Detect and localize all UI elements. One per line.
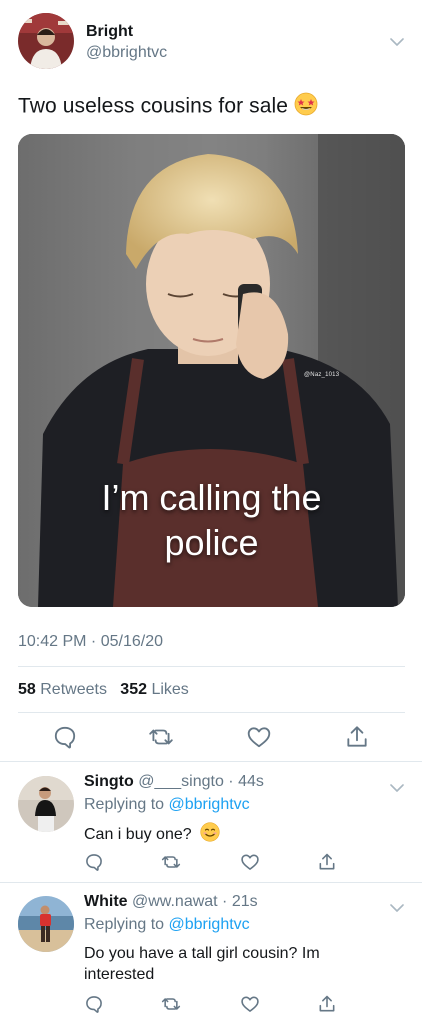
like-icon[interactable] (240, 994, 260, 1014)
reply-separator: · (217, 893, 232, 910)
reply-header: Singto @___singto · 44s (84, 773, 264, 791)
replying-to-link[interactable]: @bbrightvc (169, 796, 250, 813)
share-icon[interactable] (317, 852, 337, 872)
media-watermark: @Naz_1013 (304, 372, 340, 378)
reply-text-line-1: Do you have a tall girl cousin? Im (84, 945, 320, 962)
reply-author-handle[interactable]: @ww.nawat (132, 893, 218, 910)
author-handle[interactable]: @bbrightvc (86, 44, 167, 62)
reply-icon[interactable] (84, 852, 104, 872)
replying-to-prefix: Replying to (84, 916, 165, 933)
reply-text-line-2: interested (84, 966, 155, 983)
retweet-icon[interactable] (148, 724, 174, 750)
like-icon[interactable] (246, 724, 272, 750)
tweet-media-image[interactable]: @Naz_1013 I’m calling the police (18, 134, 405, 607)
reply-avatar[interactable] (18, 776, 74, 832)
reply-time: 44s (238, 773, 264, 790)
tweet-timestamp[interactable]: 10:42 PM · 05/16/20 (18, 633, 163, 651)
replying-to-link[interactable]: @bbrightvc (169, 916, 250, 933)
smiling-face-emoji-icon (200, 822, 220, 848)
reply-author-name[interactable]: Singto (84, 773, 134, 790)
reply-header: White @ww.nawat · 21s (84, 893, 258, 911)
divider (18, 666, 405, 667)
chevron-down-icon[interactable] (390, 780, 404, 792)
author-avatar[interactable] (18, 13, 74, 69)
divider (0, 761, 422, 762)
replying-to: Replying to @bbrightvc (84, 916, 250, 934)
divider (18, 712, 405, 713)
chevron-down-icon[interactable] (390, 900, 404, 912)
reply-time: 21s (231, 893, 258, 910)
retweet-icon[interactable] (161, 852, 181, 872)
media-caption-line-1: I’m calling the (101, 477, 322, 518)
retweet-icon[interactable] (161, 994, 181, 1014)
replying-to-prefix: Replying to (84, 796, 165, 813)
share-icon[interactable] (317, 994, 337, 1014)
reply-avatar[interactable] (18, 896, 74, 952)
likes-stat[interactable]: 352 Likes (120, 681, 189, 698)
reply-icon[interactable] (52, 724, 78, 750)
retweets-stat[interactable]: 58 Retweets (18, 681, 107, 698)
tweet-text-block: Two useless cousins for sale (18, 92, 318, 122)
share-icon[interactable] (344, 724, 370, 750)
reply-author-name[interactable]: White (84, 893, 128, 910)
divider (0, 882, 422, 883)
likes-count: 352 (120, 681, 147, 698)
retweets-count: 58 (18, 681, 36, 698)
reply-author-handle[interactable]: @___singto (138, 773, 224, 790)
tweet-stats: 58 Retweets 352 Likes (18, 681, 189, 699)
media-caption-line-2: police (164, 522, 259, 563)
retweets-label: Retweets (40, 681, 107, 698)
likes-label: Likes (151, 681, 189, 698)
reply-separator: · (223, 773, 239, 790)
author-name[interactable]: Bright (86, 23, 133, 41)
replying-to: Replying to @bbrightvc (84, 796, 250, 814)
reply-text: Can i buy one? (84, 826, 192, 844)
tweet-text: Two useless cousins for sale (18, 94, 289, 118)
like-icon[interactable] (240, 852, 260, 872)
reply-text-block: Can i buy one? (84, 822, 220, 848)
chevron-down-icon[interactable] (390, 34, 404, 46)
reply-icon[interactable] (84, 994, 104, 1014)
star-struck-emoji-icon (294, 92, 318, 122)
